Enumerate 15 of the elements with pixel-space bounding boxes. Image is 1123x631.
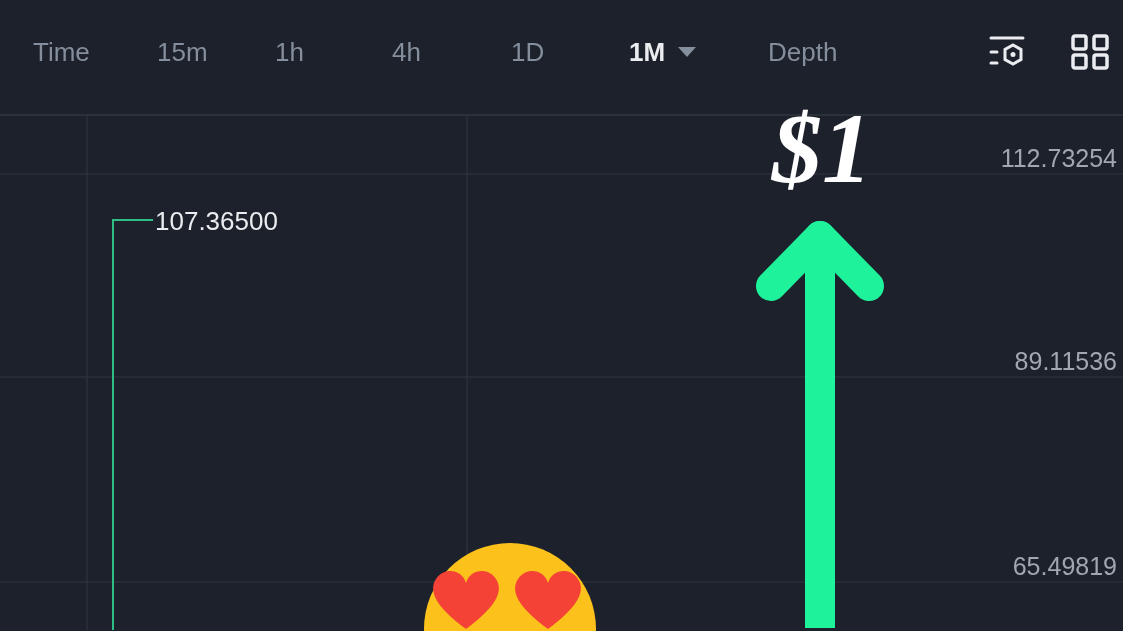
interval-tab[interactable]: 4h <box>392 36 421 68</box>
heart-eyes-emoji-icon <box>422 541 598 631</box>
interval-tab[interactable]: Depth <box>768 36 838 68</box>
interval-tab[interactable]: 1D <box>511 36 545 68</box>
price-axis-label: 65.49819 <box>1012 552 1117 581</box>
grid-icon[interactable] <box>1071 34 1109 70</box>
interval-tab[interactable]: 1M <box>629 36 698 68</box>
price-axis-label: 89.11536 <box>1014 347 1117 376</box>
high-price-label: 107.36500 <box>155 206 278 237</box>
caret-icon <box>677 46 698 58</box>
caption-text: $1 <box>772 94 872 204</box>
price-axis-label: 112.73254 <box>1000 144 1117 173</box>
interval-tab[interactable]: 1h <box>275 36 304 68</box>
interval-tab[interactable]: Time <box>33 36 90 68</box>
interval-tab[interactable]: 15m <box>157 36 208 68</box>
